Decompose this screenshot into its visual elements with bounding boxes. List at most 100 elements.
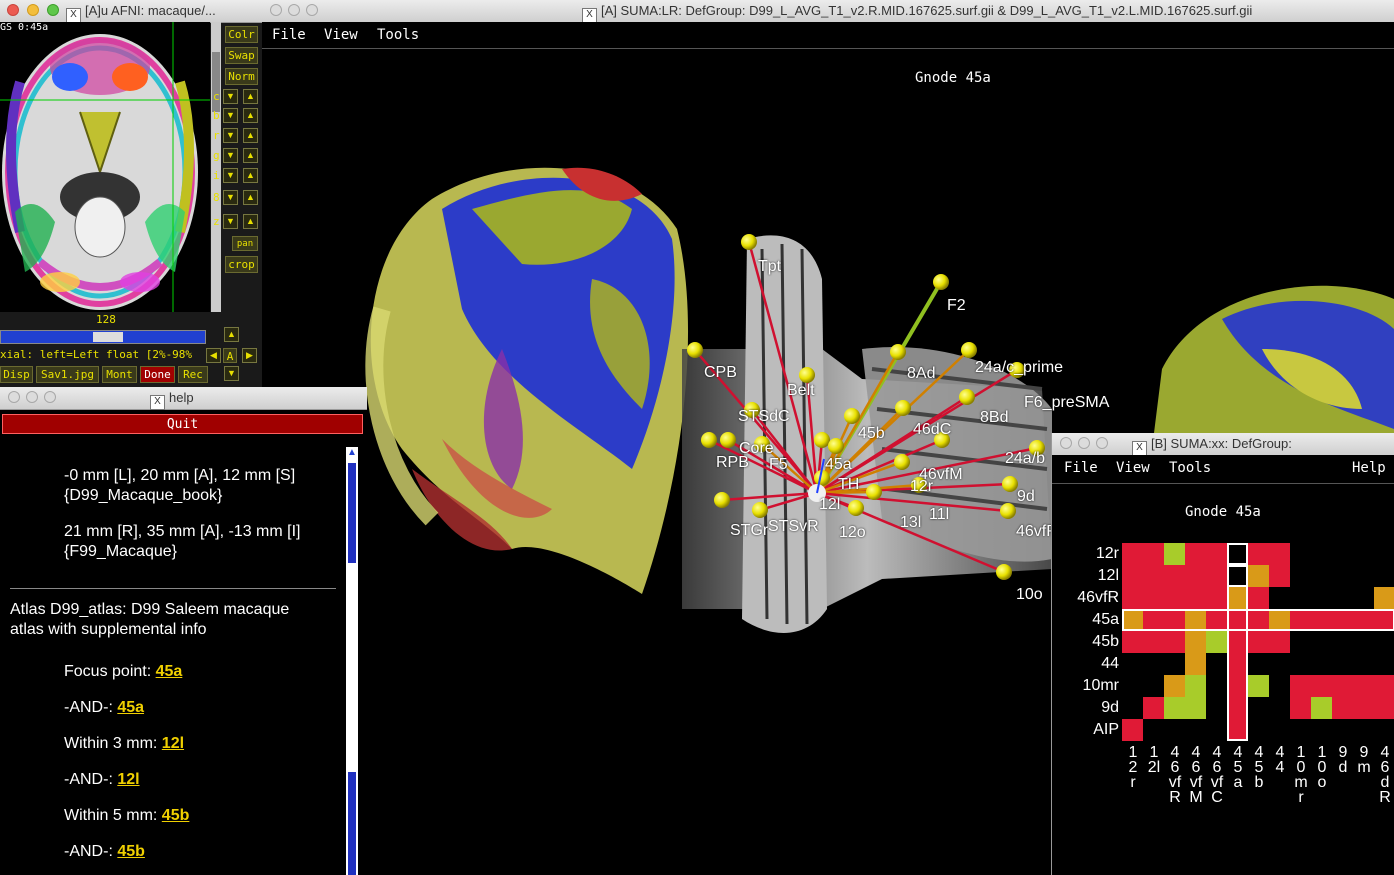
- quit-button[interactable]: Quit: [2, 414, 363, 434]
- matrix-cell[interactable]: [1269, 565, 1290, 587]
- matrix-cell[interactable]: [1185, 543, 1206, 565]
- up-arrow-5[interactable]: ▲: [243, 190, 258, 205]
- help-item-link[interactable]: 45a: [117, 699, 144, 716]
- matrix-cell[interactable]: [1332, 631, 1353, 653]
- matrix-cell[interactable]: [1332, 653, 1353, 675]
- slider-thumb[interactable]: [93, 332, 123, 342]
- zoom-button[interactable]: [306, 4, 318, 16]
- matrix-cell[interactable]: [1143, 543, 1164, 565]
- left-arrow[interactable]: ◀: [206, 348, 221, 363]
- minimize-button[interactable]: [26, 391, 38, 403]
- scroll-thumb-bottom[interactable]: [348, 772, 356, 875]
- up-arrow-2[interactable]: ▲: [243, 128, 258, 143]
- matrix-cell[interactable]: [1374, 631, 1394, 653]
- matrix-cell[interactable]: [1164, 631, 1185, 653]
- matrix-cell[interactable]: [1269, 697, 1290, 719]
- sav1-jpg-button[interactable]: Sav1.jpg: [36, 366, 99, 383]
- matrix-cell[interactable]: [1122, 565, 1143, 587]
- minimize-button[interactable]: [288, 4, 300, 16]
- node-46vfR[interactable]: [1000, 503, 1016, 519]
- crop-button[interactable]: crop: [225, 256, 258, 273]
- matrix-cell[interactable]: [1164, 543, 1185, 565]
- matrix-cell[interactable]: [1290, 631, 1311, 653]
- matrix-cell[interactable]: [1185, 565, 1206, 587]
- matrix-cell[interactable]: [1374, 719, 1394, 741]
- node-CPB[interactable]: [687, 342, 703, 358]
- node-45a[interactable]: [814, 432, 830, 448]
- matrix-cell[interactable]: [1248, 653, 1269, 675]
- matrix-cell[interactable]: [1311, 719, 1332, 741]
- pan-button[interactable]: pan: [232, 236, 258, 251]
- a-button[interactable]: A: [223, 348, 237, 363]
- image-scrollbar[interactable]: [211, 22, 221, 312]
- afni-titlebar[interactable]: X [A]u AFNI: macaque/...: [0, 0, 262, 23]
- node-12o[interactable]: [848, 500, 864, 516]
- down-arrow-6[interactable]: ▼: [223, 214, 238, 229]
- matrix-cell[interactable]: [1248, 631, 1269, 653]
- down-arrow-0[interactable]: ▼: [223, 89, 238, 104]
- matrix-cell[interactable]: [1206, 653, 1227, 675]
- slider-up-arrow[interactable]: ▲: [224, 327, 239, 342]
- matrix-cell[interactable]: [1290, 675, 1311, 697]
- minimize-button[interactable]: [27, 4, 39, 16]
- menu-view[interactable]: View: [324, 27, 358, 43]
- matrix-cell[interactable]: [1311, 631, 1332, 653]
- node-Core[interactable]: [720, 432, 736, 448]
- matrix-cell[interactable]: [1269, 719, 1290, 741]
- close-button[interactable]: [1060, 437, 1072, 449]
- help-item-link[interactable]: 45a: [156, 663, 183, 680]
- menu-file[interactable]: File: [272, 27, 306, 43]
- matrix-cell[interactable]: [1143, 697, 1164, 719]
- minimize-button[interactable]: [1078, 437, 1090, 449]
- matrix-cell[interactable]: [1248, 697, 1269, 719]
- down-arrow-1[interactable]: ▼: [223, 108, 238, 123]
- matrix-cell[interactable]: [1374, 543, 1394, 565]
- help-titlebar[interactable]: Xhelp: [0, 387, 367, 410]
- node-9d[interactable]: [1002, 476, 1018, 492]
- colr-button[interactable]: Colr: [225, 26, 258, 43]
- matrix-cell[interactable]: [1311, 697, 1332, 719]
- matrix-cell[interactable]: [1353, 719, 1374, 741]
- matrix-cell[interactable]: [1164, 653, 1185, 675]
- node-RPB[interactable]: [701, 432, 717, 448]
- suma-xx-titlebar[interactable]: X [B] SUMA:xx: DefGroup:: [1052, 433, 1394, 456]
- matrix-cell[interactable]: [1311, 543, 1332, 565]
- node-STSvR[interactable]: [752, 502, 768, 518]
- matrix-cell[interactable]: [1374, 565, 1394, 587]
- up-arrow-6[interactable]: ▲: [243, 214, 258, 229]
- matrix-cell[interactable]: [1206, 675, 1227, 697]
- matrix-cell[interactable]: [1269, 543, 1290, 565]
- matrix-cell[interactable]: [1374, 587, 1394, 609]
- matrix-cell[interactable]: [1332, 543, 1353, 565]
- menu-file[interactable]: File: [1064, 460, 1098, 476]
- matrix-cell[interactable]: [1290, 653, 1311, 675]
- matrix-cell[interactable]: [1248, 565, 1269, 587]
- matrix-cell[interactable]: [1206, 719, 1227, 741]
- help-item-link[interactable]: 45b: [117, 843, 145, 860]
- rec-button[interactable]: Rec: [178, 366, 208, 383]
- matrix-cell[interactable]: [1164, 697, 1185, 719]
- matrix-cell[interactable]: [1122, 587, 1143, 609]
- matrix-cell[interactable]: [1311, 653, 1332, 675]
- matrix-cell[interactable]: [1164, 675, 1185, 697]
- matrix-cell[interactable]: [1248, 587, 1269, 609]
- node-Tpt[interactable]: [741, 234, 757, 250]
- node-F2[interactable]: [933, 274, 949, 290]
- matrix-cell[interactable]: [1311, 565, 1332, 587]
- matrix-cell[interactable]: [1185, 675, 1206, 697]
- matrix-cell[interactable]: [1248, 719, 1269, 741]
- up-arrow-1[interactable]: ▲: [243, 108, 258, 123]
- matrix-cell[interactable]: [1353, 543, 1374, 565]
- node-24a/c_prime[interactable]: [961, 342, 977, 358]
- matrix-cell[interactable]: [1164, 719, 1185, 741]
- matrix-cell[interactable]: [1374, 697, 1394, 719]
- matrix-cell[interactable]: [1353, 631, 1374, 653]
- matrix-cell[interactable]: [1332, 697, 1353, 719]
- matrix-cell[interactable]: [1122, 675, 1143, 697]
- close-button[interactable]: [270, 4, 282, 16]
- matrix-cell[interactable]: [1206, 697, 1227, 719]
- bottom-down-arrow[interactable]: ▼: [224, 366, 239, 381]
- node-10o[interactable]: [996, 564, 1012, 580]
- matrix-cell[interactable]: [1185, 697, 1206, 719]
- matrix-cell[interactable]: [1353, 653, 1374, 675]
